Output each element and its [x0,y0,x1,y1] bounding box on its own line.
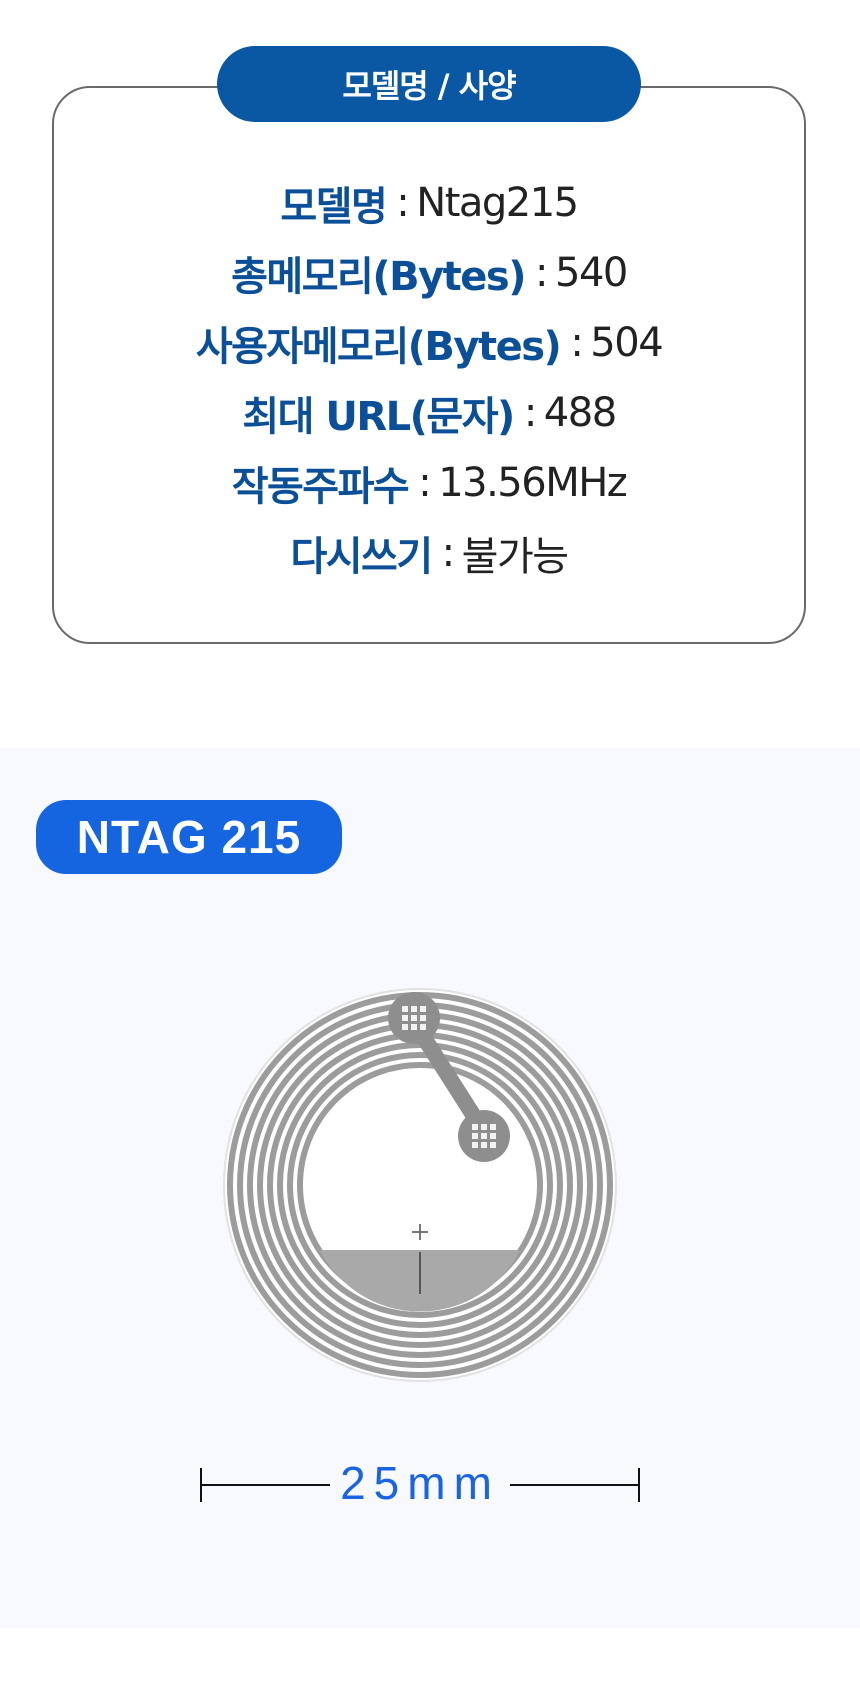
spec-list: 모델명 : Ntag215 총메모리(Bytes) : 540 사용자메모리(B… [52,168,806,588]
spec-label: 사용자메모리(Bytes) [195,324,562,370]
spec-title: 모델명 / 사양 [217,46,641,122]
dimension-indicator: 25mm [200,1454,640,1514]
spec-separator: : [441,530,455,576]
spec-value: 불가능 [461,534,569,580]
dimension-line-left [200,1484,330,1486]
spec-row-frequency: 작동주파수 : 13.56MHz [52,448,806,518]
dimension-tick-right [638,1468,640,1502]
spec-separator: : [418,460,431,506]
nfc-tag-antenna-image [223,988,617,1382]
dimension-label: 25mm [340,1457,500,1509]
spec-row-total-memory: 총메모리(Bytes) : 540 [52,238,806,308]
spec-separator: : [535,250,548,296]
spec-row-max-url: 최대 URL(문자) : 488 [52,378,806,448]
spec-separator: : [523,390,537,436]
spec-row-rewrite: 다시쓰기 : 불가능 [52,518,806,588]
spec-value: 504 [590,320,663,366]
spec-separator: : [396,180,409,226]
spec-label: 모델명 [280,184,387,230]
spec-row-model: 모델명 : Ntag215 [52,168,806,238]
spec-row-user-memory: 사용자메모리(Bytes) : 504 [52,308,806,378]
spec-value: 13.56MHz [438,460,628,506]
dimension-line-right [510,1484,640,1486]
product-name-badge: NTAG 215 [36,800,342,874]
spec-value: 488 [543,390,617,436]
spec-label: 작동주파수 [231,464,410,510]
spec-value: Ntag215 [416,180,579,226]
spec-label: 다시쓰기 [290,534,433,580]
product-section: NTAG 215 25mm [0,748,860,1628]
spec-label: 최대 URL(문자) [242,394,515,440]
spec-label: 총메모리(Bytes) [231,254,526,300]
spec-separator: : [570,320,583,366]
spec-value: 540 [555,250,628,296]
